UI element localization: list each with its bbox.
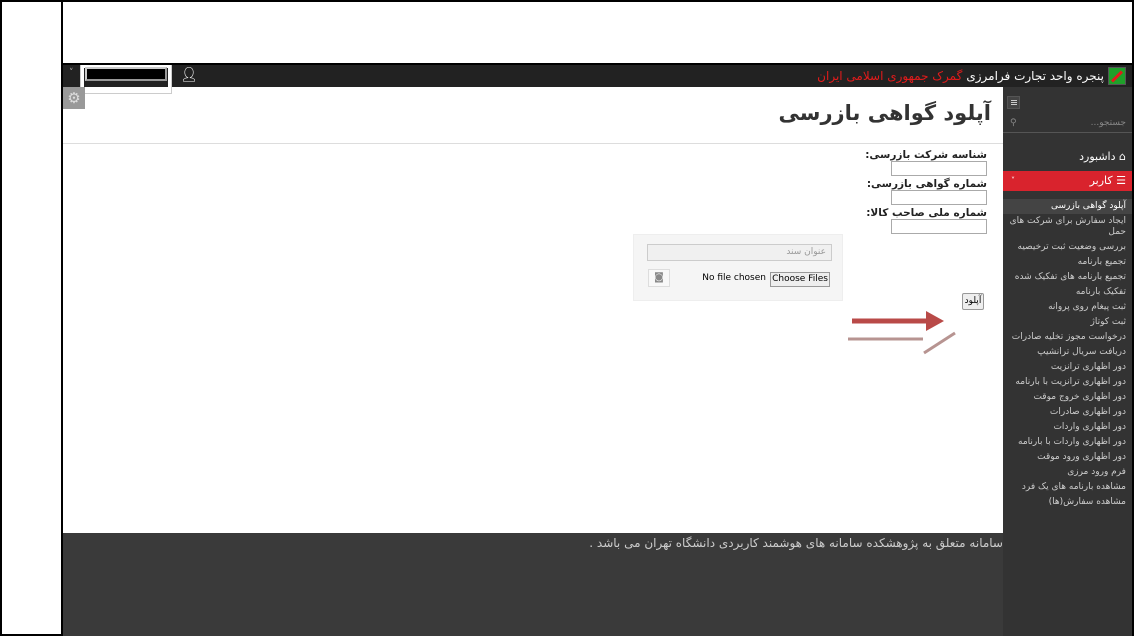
footer: سامانه متعلق به پژوهشکده سامانه های هوشم… [63, 533, 1003, 636]
sidebar-item-dashboard[interactable]: ⌂ داشبورد [1003, 149, 1132, 165]
top-bar: پنجره واحد تجارت فرامرزی گمرک جمهوری اسل… [63, 65, 1132, 93]
sidebar: جستجو... ⚲ ⌂ داشبورد ☰ کاربر ˅ آپلود گوا… [1003, 87, 1132, 636]
certificate-number-input[interactable] [891, 190, 987, 205]
national-id-input[interactable] [891, 219, 987, 234]
footer-text: سامانه متعلق به پژوهشکده سامانه های هوشم… [589, 536, 1003, 550]
search-icon[interactable]: ⚲ [1010, 113, 1017, 133]
company-id-label: شناسه شرکت بازرسی: [865, 149, 987, 161]
sidebar-item-label: داشبورد [1079, 150, 1116, 163]
company-id-input[interactable] [891, 161, 987, 176]
brand-logo-icon [1108, 67, 1126, 85]
submenu-item[interactable]: تجمیع بارنامه [1003, 255, 1132, 270]
chevron-down-icon[interactable]: ˅ [69, 68, 74, 78]
file-upload-panel: عنوان سند Choose Files No file chosen ◙ [633, 234, 843, 301]
submenu-item[interactable]: آپلود گواهی بازرسی [1003, 199, 1132, 214]
redacted-username[interactable] [85, 67, 167, 81]
choose-files-button[interactable]: Choose Files [770, 272, 830, 287]
submenu-item[interactable]: مشاهده سفارش(ها) [1003, 495, 1132, 510]
certificate-number-label: شماره گواهی بازرسی: [866, 178, 987, 190]
submenu-item[interactable]: درخواست مجوز تخلیه صادرات [1003, 330, 1132, 345]
submenu-item[interactable]: دریافت سریال ترانشیپ [1003, 345, 1132, 360]
arrow-head [926, 311, 944, 331]
submenu-item[interactable]: ثبت کوتاژ [1003, 315, 1132, 330]
submenu-item[interactable]: دور اظهاری ورود موقت [1003, 450, 1132, 465]
brand[interactable]: پنجره واحد تجارت فرامرزی گمرک جمهوری اسل… [817, 67, 1126, 85]
submenu-item[interactable]: ثبت پیغام روی پروانه [1003, 300, 1132, 315]
submenu-item[interactable]: دور اظهاری واردات [1003, 420, 1132, 435]
submenu-item[interactable]: ایجاد سفارش برای شرکت های حمل [1003, 214, 1132, 240]
inspection-form: شناسه شرکت بازرسی: شماره گواهی بازرسی: ش… [787, 147, 987, 234]
submenu-item[interactable]: تفکیک بارنامه [1003, 285, 1132, 300]
search-input[interactable]: جستجو... [1091, 118, 1126, 128]
user-icon[interactable]: 👤︎ [180, 67, 198, 83]
submenu-item[interactable]: فرم ورود مرزی [1003, 465, 1132, 480]
submenu-item[interactable]: تجمیع بارنامه های تفکیک شده [1003, 270, 1132, 285]
submenu-item[interactable]: دور اظهاری خروج موقت [1003, 390, 1132, 405]
document-title-input[interactable]: عنوان سند [647, 244, 832, 261]
app-window: پنجره واحد تجارت فرامرزی گمرک جمهوری اسل… [63, 65, 1132, 636]
submenu-item[interactable]: دور اظهاری ترانزیت با بارنامه [1003, 375, 1132, 390]
submenu-item[interactable]: مشاهده بارنامه های یک فرد [1003, 480, 1132, 495]
page-title: آپلود گواهی بازرسی [778, 101, 991, 125]
sidebar-item-label: کاربر [1089, 174, 1113, 187]
menu-toggle-icon[interactable] [1007, 96, 1020, 109]
chevron-down-icon: ˅ [1011, 176, 1015, 185]
annotation-arrow-icon [848, 311, 956, 355]
camera-icon[interactable]: ◙ [648, 269, 670, 287]
brand-highlight: گمرک جمهوری اسلامی ایران [817, 69, 963, 83]
submenu-item[interactable]: دور اظهاری صادرات [1003, 405, 1132, 420]
list-icon: ☰ [1112, 174, 1126, 187]
no-file-text: No file chosen [702, 273, 766, 283]
sidebar-search[interactable]: جستجو... ⚲ [1003, 113, 1132, 133]
arrow-slash [923, 331, 956, 355]
submenu-item[interactable]: بررسی وضعیت ثبت ترخیصیه [1003, 240, 1132, 255]
brand-prefix: پنجره واحد تجارت فرامرزی [966, 69, 1104, 83]
title-divider [63, 143, 1003, 144]
sidebar-item-user[interactable]: ☰ کاربر ˅ [1003, 171, 1132, 191]
national-id-label: شماره ملی صاحب کالا: [866, 207, 987, 219]
user-submenu: آپلود گواهی بازرسی ایجاد سفارش برای شرکت… [1003, 199, 1132, 510]
submenu-item[interactable]: دور اظهاری واردات با بارنامه [1003, 435, 1132, 450]
upload-button[interactable]: آپلود [962, 293, 984, 310]
submenu-item[interactable]: دور اظهاری ترانزیت [1003, 360, 1132, 375]
home-icon: ⌂ [1115, 150, 1126, 163]
